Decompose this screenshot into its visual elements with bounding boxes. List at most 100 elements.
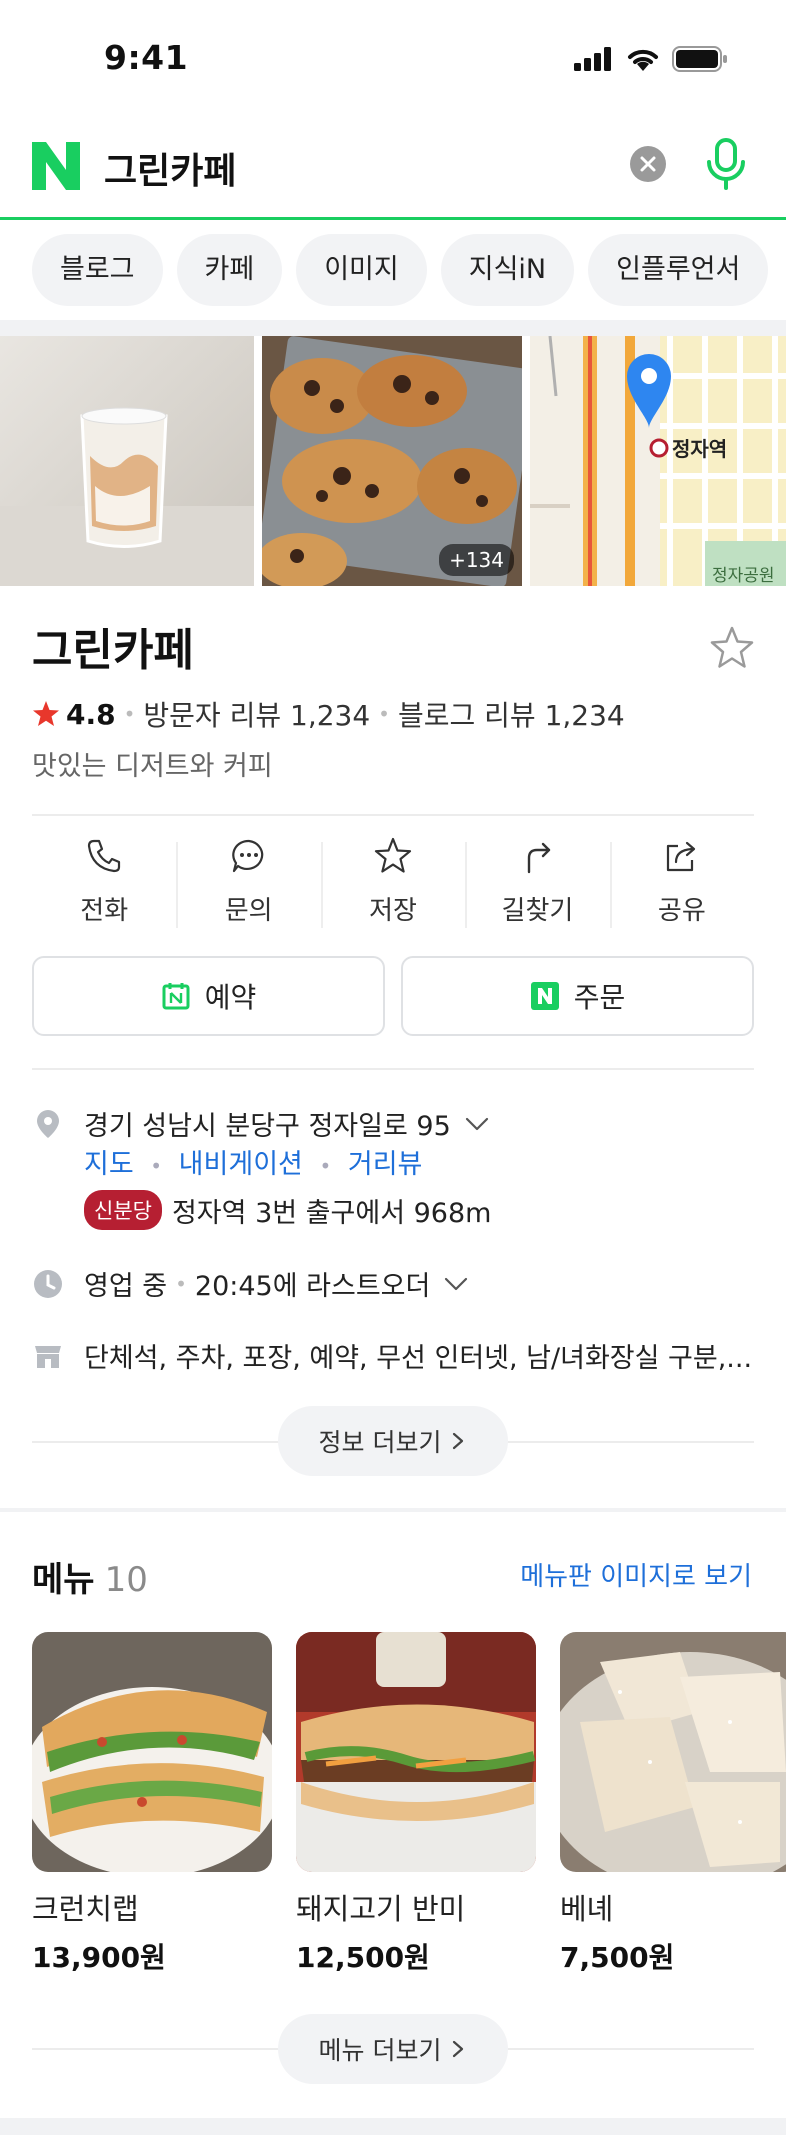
map-park-label: 정자공원: [712, 566, 775, 585]
close-icon: [640, 156, 656, 172]
photo-count-badge: +134: [439, 544, 514, 576]
action-save-label: 저장: [369, 896, 417, 926]
menu-image-link[interactable]: 메뉴판 이미지로 보기: [520, 1556, 752, 1593]
hours-status: 영업 중: [84, 1271, 168, 1302]
photo-strip: +134 정자역 정자공원: [0, 336, 786, 586]
action-bar: 전화 문의 저장 길찾기 공유: [32, 836, 754, 936]
battery-icon: [672, 46, 727, 72]
tab-knowledge-in[interactable]: 지식iN: [440, 234, 575, 306]
section-divider: [0, 320, 786, 336]
order-button[interactable]: 주문: [401, 956, 754, 1036]
link-street-view[interactable]: 거리뷰: [348, 1149, 423, 1180]
category-tabs: 블로그 카페 이미지 지식iN 인플루언서: [32, 234, 769, 306]
menu-title: 메뉴: [32, 1560, 95, 1600]
subway-info: 신분당 정자역 3번 출구에서 968m: [84, 1190, 491, 1230]
hours-text: 20:45에 라스트오더: [194, 1271, 431, 1302]
tab-image[interactable]: 이미지: [296, 234, 427, 306]
chevron-down-icon[interactable]: [442, 1274, 470, 1294]
reserve-button[interactable]: 예약: [32, 956, 385, 1036]
amenities-row[interactable]: 단체석, 주차, 포장, 예약, 무선 인터넷, 남/녀화장실 구분,...: [32, 1336, 752, 1375]
action-call[interactable]: 전화: [32, 836, 176, 936]
location-pin-icon: [37, 1109, 59, 1138]
amenities-text: 단체석, 주차, 포장, 예약, 무선 인터넷, 남/녀화장실 구분,...: [84, 1343, 753, 1374]
calendar-icon: [162, 983, 190, 1010]
menu-section-title: 메뉴 10: [32, 1552, 148, 1601]
action-directions-label: 길찾기: [501, 896, 574, 926]
map-station-label: 정자역: [672, 438, 727, 461]
divider: [32, 814, 754, 816]
menu-item-image: [560, 1632, 786, 1872]
naver-order-icon: [530, 982, 559, 1010]
rating-row: 4.8 • 방문자 리뷰 1,234 • 블로그 리뷰 1,234: [32, 694, 625, 734]
link-map[interactable]: 지도: [84, 1149, 134, 1180]
map-links: 지도 • 내비게이션 • 거리뷰: [84, 1149, 423, 1180]
tab-cafe[interactable]: 카페: [176, 234, 283, 306]
tab-blog[interactable]: 블로그: [32, 234, 163, 306]
menu-item-price: 13,900원: [32, 1941, 166, 1974]
chat-icon: [231, 839, 263, 873]
menu-item-name: 베녜: [560, 1892, 614, 1926]
action-inquiry-label: 문의: [224, 896, 273, 926]
menu-item-image: [296, 1632, 536, 1872]
address-row[interactable]: 경기 성남시 분당구 정자일로 95: [32, 1104, 491, 1143]
status-bar: 9:41: [0, 0, 786, 118]
link-navigation[interactable]: 내비게이션: [179, 1149, 303, 1180]
blog-review-count[interactable]: 블로그 리뷰 1,234: [398, 694, 625, 734]
wifi-icon: [628, 49, 658, 71]
action-directions[interactable]: 길찾기: [465, 836, 609, 936]
chevron-right-icon: [453, 2040, 464, 2058]
more-info-button[interactable]: 정보 더보기: [278, 1406, 508, 1476]
cellular-signal-icon: [574, 47, 611, 71]
place-title: 그린카페: [32, 625, 194, 676]
menu-item[interactable]: 베녜 7,500원: [560, 1632, 786, 1976]
subway-distance: 정자역 3번 출구에서 968m: [171, 1197, 492, 1229]
map-thumbnail[interactable]: 정자역 정자공원: [530, 336, 786, 586]
status-time: 9:41: [104, 38, 189, 77]
place-tagline: 맛있는 디저트와 커피: [32, 751, 273, 782]
store-icon: [35, 1345, 61, 1368]
naver-logo-icon[interactable]: [30, 140, 82, 192]
search-bar: 그린카페: [0, 118, 786, 220]
photo-latte[interactable]: [0, 336, 254, 586]
section-divider: [0, 1508, 786, 1512]
share-icon: [666, 841, 695, 872]
more-menu-button[interactable]: 메뉴 더보기: [278, 2014, 508, 2084]
chevron-right-icon: [453, 1432, 464, 1450]
rating-score: 4.8: [66, 697, 116, 731]
action-inquiry[interactable]: 문의: [176, 836, 320, 936]
action-share[interactable]: 공유: [609, 836, 754, 936]
tab-influencer[interactable]: 인플루언서: [588, 234, 769, 306]
action-save[interactable]: 저장: [320, 836, 465, 936]
menu-item-name: 돼지고기 반미: [296, 1892, 466, 1926]
section-divider: [0, 2118, 786, 2135]
status-icons: [574, 46, 728, 72]
menu-item[interactable]: 돼지고기 반미 12,500원: [296, 1632, 536, 1976]
menu-item-image: [32, 1632, 272, 1872]
clear-search-button[interactable]: [630, 146, 666, 182]
menu-count: 10: [104, 1560, 148, 1600]
subway-line-badge: 신분당: [84, 1190, 162, 1230]
menu-item-price: 12,500원: [296, 1941, 430, 1974]
action-call-label: 전화: [80, 896, 129, 926]
hours-row[interactable]: 영업 중 • 20:45에 라스트오더: [32, 1264, 470, 1303]
action-share-label: 공유: [657, 896, 706, 926]
more-menu-label: 메뉴 더보기: [318, 2036, 442, 2065]
reserve-button-label: 예약: [204, 981, 257, 1014]
rating-star-icon: [33, 701, 59, 726]
menu-item-name: 크런치랩: [32, 1892, 139, 1926]
menu-item[interactable]: 크런치랩 13,900원: [32, 1632, 272, 1976]
chevron-down-icon[interactable]: [463, 1114, 491, 1134]
microphone-icon[interactable]: [700, 136, 752, 192]
bookmark-star-icon[interactable]: [708, 624, 756, 672]
menu-item-price: 7,500원: [560, 1941, 675, 1974]
visitor-review-count[interactable]: 방문자 리뷰 1,234: [143, 694, 370, 734]
more-info-label: 정보 더보기: [318, 1428, 442, 1457]
star-icon: [374, 837, 412, 873]
order-button-label: 주문: [573, 981, 626, 1014]
divider: [32, 1068, 754, 1070]
directions-icon: [528, 842, 551, 874]
address-text: 경기 성남시 분당구 정자일로 95: [84, 1111, 451, 1142]
search-input[interactable]: 그린카페: [104, 142, 236, 194]
phone-icon: [88, 839, 121, 873]
photo-cookies[interactable]: +134: [262, 336, 522, 586]
